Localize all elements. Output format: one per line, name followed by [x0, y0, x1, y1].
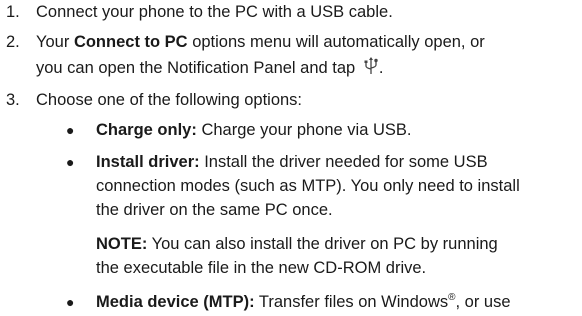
option-install-driver: Install driver: Install the driver neede… [96, 153, 488, 171]
bullet-icon: ● [66, 294, 75, 310]
step-1-text: Connect your phone to the PC with a USB … [36, 3, 393, 21]
note-line-1: NOTE: You can also install the driver on… [96, 235, 498, 253]
step-2-line-2: you can open the Notification Panel and … [36, 57, 384, 77]
option-install-driver-line-3: the driver on the same PC once. [96, 201, 333, 219]
registered-mark: ® [448, 292, 456, 303]
step-number: 2. [6, 33, 20, 51]
step-3-text: Choose one of the following options: [36, 91, 303, 109]
option-media-device: Media device (MTP): Transfer files on Wi… [96, 292, 511, 312]
note-label: NOTE: [96, 235, 148, 253]
instructions-document: 1. Connect your phone to the PC with a U… [0, 0, 582, 316]
note-line-2: the executable file in the new CD-ROM dr… [96, 259, 427, 277]
usb-icon [363, 57, 379, 75]
step-2-line-1: Your Connect to PC options menu will aut… [36, 33, 485, 51]
option-install-driver-line-2: connection modes (such as MTP). You only… [96, 177, 520, 195]
step-number: 3. [6, 91, 20, 109]
connect-to-pc-label: Connect to PC [73, 33, 188, 51]
option-charge-only: Charge only: Charge your phone via USB. [96, 121, 412, 139]
bullet-icon: ● [66, 122, 75, 138]
step-number: 1. [6, 3, 20, 21]
bullet-icon: ● [66, 154, 75, 170]
